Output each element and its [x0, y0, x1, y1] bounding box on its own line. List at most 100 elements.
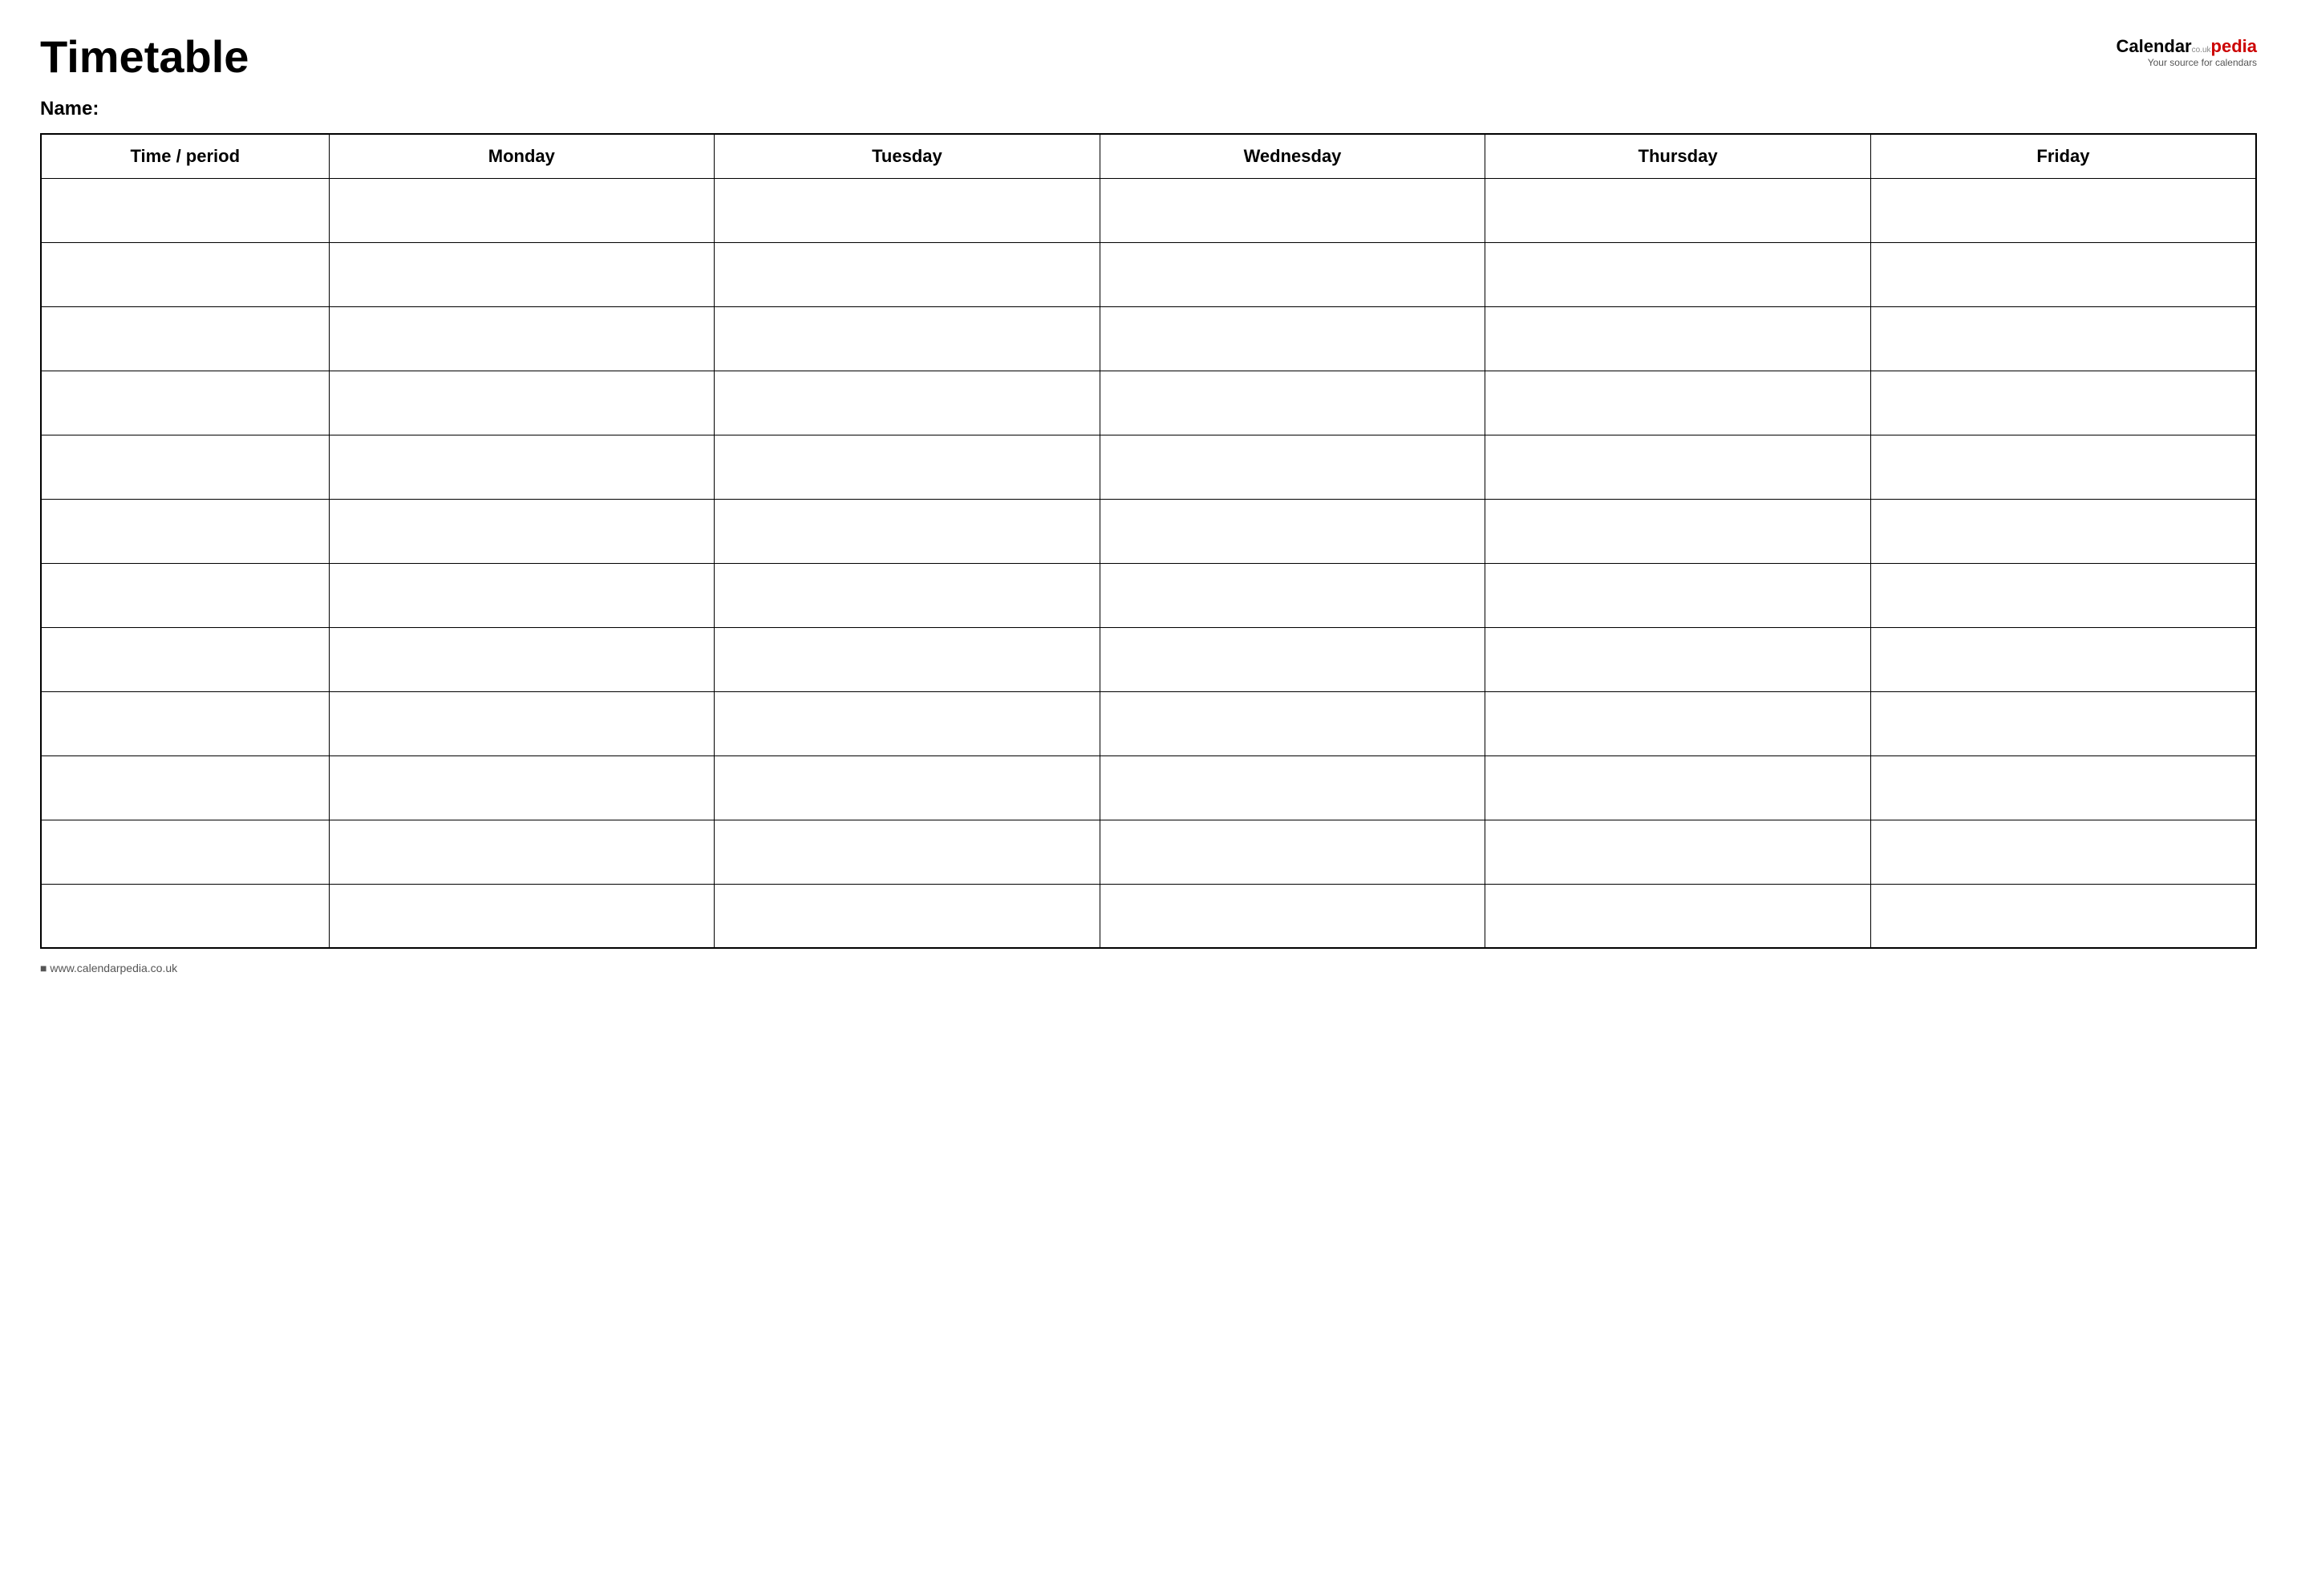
day-cell[interactable]: [1870, 755, 2256, 820]
day-cell[interactable]: [1485, 306, 1871, 371]
day-cell[interactable]: [1870, 563, 2256, 627]
day-cell[interactable]: [1100, 563, 1485, 627]
day-cell[interactable]: [1485, 755, 1871, 820]
logo-couk-badge: co.uk: [2192, 46, 2211, 55]
name-label: Name:: [40, 98, 99, 119]
day-cell[interactable]: [715, 371, 1100, 435]
day-cell[interactable]: [1485, 371, 1871, 435]
table-row: [41, 242, 2256, 306]
col-header-thursday: Thursday: [1485, 134, 1871, 179]
day-cell[interactable]: [715, 691, 1100, 755]
logo: Calendarco.ukpedia Your source for calen…: [2116, 36, 2257, 69]
day-cell[interactable]: [329, 563, 715, 627]
day-cell[interactable]: [329, 499, 715, 563]
time-cell[interactable]: [41, 242, 329, 306]
day-cell[interactable]: [715, 242, 1100, 306]
day-cell[interactable]: [1100, 306, 1485, 371]
day-cell[interactable]: [1870, 371, 2256, 435]
day-cell[interactable]: [1100, 435, 1485, 499]
day-cell[interactable]: [329, 755, 715, 820]
logo-calendar-text: Calendar: [2116, 36, 2191, 57]
day-cell[interactable]: [715, 755, 1100, 820]
day-cell[interactable]: [1100, 178, 1485, 242]
table-row: [41, 627, 2256, 691]
day-cell[interactable]: [1870, 242, 2256, 306]
day-cell[interactable]: [1485, 627, 1871, 691]
day-cell[interactable]: [329, 627, 715, 691]
time-cell[interactable]: [41, 820, 329, 884]
day-cell[interactable]: [329, 242, 715, 306]
time-cell[interactable]: [41, 563, 329, 627]
time-cell[interactable]: [41, 178, 329, 242]
day-cell[interactable]: [1870, 499, 2256, 563]
day-cell[interactable]: [1870, 306, 2256, 371]
day-cell[interactable]: [715, 884, 1100, 948]
table-row: [41, 820, 2256, 884]
day-cell[interactable]: [1100, 820, 1485, 884]
day-cell[interactable]: [1870, 435, 2256, 499]
table-row: [41, 884, 2256, 948]
time-cell[interactable]: [41, 306, 329, 371]
day-cell[interactable]: [1485, 499, 1871, 563]
day-cell[interactable]: [1485, 178, 1871, 242]
time-cell[interactable]: [41, 691, 329, 755]
time-cell[interactable]: [41, 371, 329, 435]
table-row: [41, 306, 2256, 371]
table-row: [41, 499, 2256, 563]
table-row: [41, 178, 2256, 242]
day-cell[interactable]: [329, 820, 715, 884]
day-cell[interactable]: [715, 499, 1100, 563]
day-cell[interactable]: [1485, 884, 1871, 948]
table-header-row: Time / period Monday Tuesday Wednesday T…: [41, 134, 2256, 179]
table-row: [41, 755, 2256, 820]
timetable: Time / period Monday Tuesday Wednesday T…: [40, 133, 2257, 950]
day-cell[interactable]: [1485, 242, 1871, 306]
logo-pedia-text: pedia: [2211, 36, 2257, 57]
day-cell[interactable]: [715, 820, 1100, 884]
logo-tagline: Your source for calendars: [2116, 57, 2257, 68]
table-row: [41, 435, 2256, 499]
day-cell[interactable]: [1100, 242, 1485, 306]
day-cell[interactable]: [1100, 371, 1485, 435]
day-cell[interactable]: [715, 306, 1100, 371]
header: Timetable Calendarco.ukpedia Your source…: [40, 32, 2257, 82]
day-cell[interactable]: [1870, 627, 2256, 691]
time-cell[interactable]: [41, 755, 329, 820]
day-cell[interactable]: [329, 691, 715, 755]
day-cell[interactable]: [1100, 627, 1485, 691]
day-cell[interactable]: [715, 627, 1100, 691]
day-cell[interactable]: [1870, 884, 2256, 948]
table-row: [41, 563, 2256, 627]
col-header-friday: Friday: [1870, 134, 2256, 179]
day-cell[interactable]: [1100, 691, 1485, 755]
day-cell[interactable]: [329, 884, 715, 948]
day-cell[interactable]: [1485, 820, 1871, 884]
day-cell[interactable]: [329, 306, 715, 371]
time-cell[interactable]: [41, 884, 329, 948]
day-cell[interactable]: [715, 435, 1100, 499]
day-cell[interactable]: [1870, 178, 2256, 242]
footer-url: ■ www.calendarpedia.co.uk: [40, 962, 177, 974]
day-cell[interactable]: [329, 435, 715, 499]
day-cell[interactable]: [1485, 563, 1871, 627]
time-cell[interactable]: [41, 499, 329, 563]
col-header-monday: Monday: [329, 134, 715, 179]
day-cell[interactable]: [329, 371, 715, 435]
table-row: [41, 371, 2256, 435]
day-cell[interactable]: [1100, 755, 1485, 820]
col-header-tuesday: Tuesday: [715, 134, 1100, 179]
day-cell[interactable]: [715, 178, 1100, 242]
day-cell[interactable]: [1485, 691, 1871, 755]
footer: ■ www.calendarpedia.co.uk: [40, 962, 2257, 974]
logo-area: Calendarco.ukpedia Your source for calen…: [2116, 36, 2257, 69]
day-cell[interactable]: [715, 563, 1100, 627]
day-cell[interactable]: [1485, 435, 1871, 499]
day-cell[interactable]: [329, 178, 715, 242]
day-cell[interactable]: [1100, 884, 1485, 948]
col-header-wednesday: Wednesday: [1100, 134, 1485, 179]
time-cell[interactable]: [41, 435, 329, 499]
time-cell[interactable]: [41, 627, 329, 691]
day-cell[interactable]: [1870, 691, 2256, 755]
day-cell[interactable]: [1100, 499, 1485, 563]
day-cell[interactable]: [1870, 820, 2256, 884]
